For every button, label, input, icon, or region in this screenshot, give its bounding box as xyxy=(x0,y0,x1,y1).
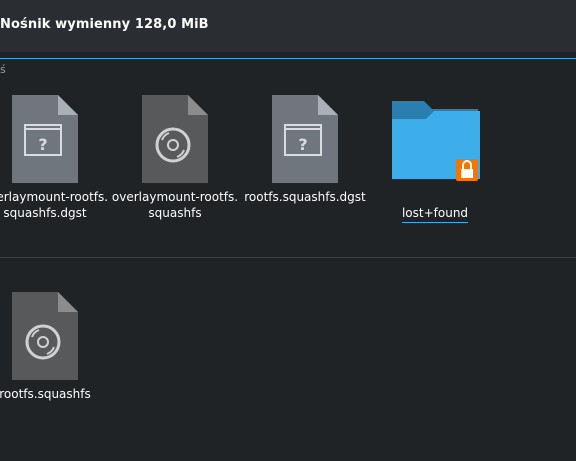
folder-icon xyxy=(392,101,480,181)
file-name: rootfs.squashfs xyxy=(0,387,91,401)
folder-name: lost+found xyxy=(370,189,500,223)
disk-image-icon xyxy=(142,95,208,183)
file-name: overlaymount-rootfs. squashfs.dgst xyxy=(0,190,109,220)
file-name: rootfs.squashfs.dgst xyxy=(244,190,366,204)
group-separator xyxy=(0,257,576,258)
window-title: Nośnik wymienny 128,0 MiB xyxy=(0,17,209,32)
file-item-overlaymount-rootfs-squashfs-dgst[interactable]: ? overlaymount-rootfs. squashfs.dgst xyxy=(0,95,110,225)
disk-image-icon xyxy=(12,292,78,380)
file-item-overlaymount-rootfs-squashfs[interactable]: overlaymount-rootfs. squashfs xyxy=(110,95,240,225)
file-item-rootfs-squashfs[interactable]: rootfs.squashfs xyxy=(0,292,110,412)
section-label: ś xyxy=(0,63,6,76)
file-item-rootfs-squashfs-dgst[interactable]: ? rootfs.squashfs.dgst xyxy=(240,95,370,225)
unknown-file-icon: ? xyxy=(12,95,78,183)
window-titlebar: Nośnik wymienny 128,0 MiB xyxy=(0,0,576,52)
svg-text:?: ? xyxy=(298,135,307,154)
unknown-file-icon: ? xyxy=(272,95,338,183)
folder-item-lost-found[interactable]: lost+found xyxy=(370,95,500,225)
svg-text:?: ? xyxy=(38,135,47,154)
header-divider xyxy=(0,58,576,59)
folder-name-text: lost+found xyxy=(401,205,469,223)
file-name: overlaymount-rootfs. squashfs xyxy=(111,190,239,220)
